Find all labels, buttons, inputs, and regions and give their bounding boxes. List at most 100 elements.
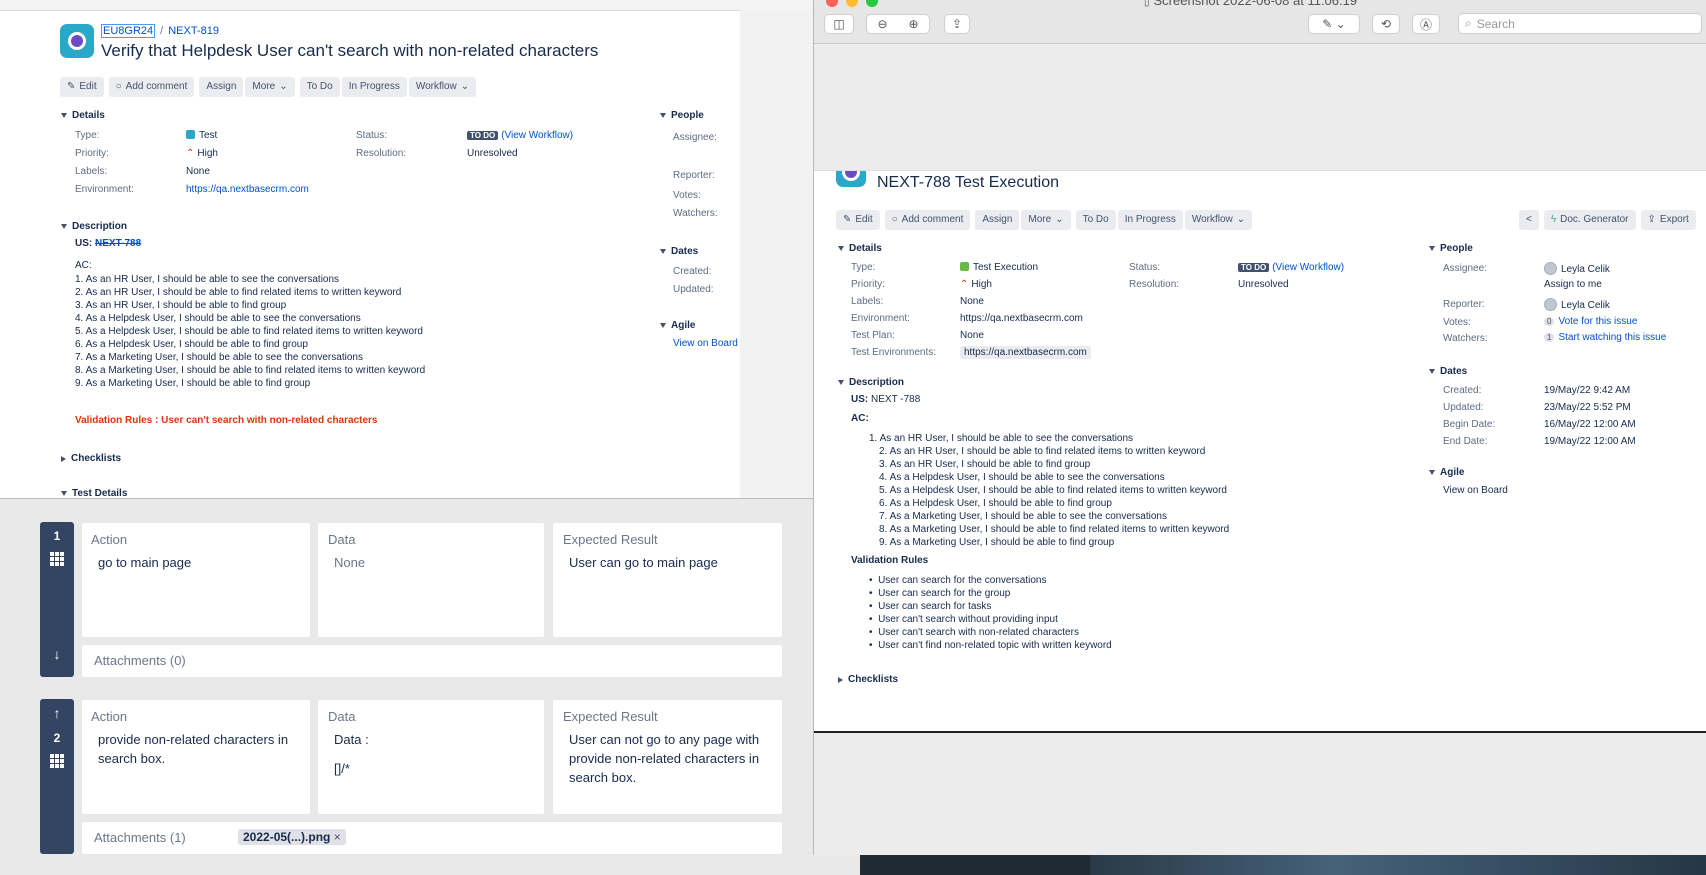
avatar <box>1544 298 1557 311</box>
move-up-icon[interactable]: ↑ <box>40 705 74 721</box>
step-2-expected[interactable]: Expected Result User can not go to any p… <box>552 699 783 815</box>
description-header[interactable]: Description <box>61 221 127 232</box>
step-2-action[interactable]: Action provide non-related characters in… <box>81 699 311 815</box>
list-item: 9. As a Marketing User, I should be able… <box>75 378 311 389</box>
list-item: 4. As a Helpdesk User, I should be able … <box>879 472 1165 483</box>
assign-to-me-link[interactable]: Assign to me <box>1544 279 1602 290</box>
move-down-icon[interactable]: ↓ <box>40 646 74 662</box>
add-comment-button[interactable]: ○ Add comment <box>884 210 971 230</box>
us-line: US: NEXT-788 <box>75 238 142 249</box>
remove-icon[interactable]: × <box>334 830 341 844</box>
in-progress-button[interactable]: In Progress <box>341 77 407 97</box>
step-2-handle[interactable]: ↑ 2 <box>40 699 74 854</box>
step-1-handle[interactable]: 1 ↓ <box>40 522 74 677</box>
labels-value: None <box>186 166 210 177</box>
collapse-icon <box>1429 246 1435 251</box>
breadcrumb-issue-key[interactable]: EU8GR24 <box>101 24 156 38</box>
search-input[interactable]: ⌕ Search <box>1458 13 1702 34</box>
description-header[interactable]: Description <box>838 377 904 388</box>
edit-button[interactable]: ✎ Edit <box>60 77 104 97</box>
collapse-icon <box>61 224 67 229</box>
vote-link[interactable]: Vote for this issue <box>1558 316 1637 327</box>
checklists-header[interactable]: Checklists <box>61 453 121 464</box>
view-on-board-link[interactable]: View on Board <box>673 338 738 349</box>
assignee-label: Assignee: <box>673 132 717 143</box>
zoom-window-button[interactable] <box>866 0 878 7</box>
annotate-button[interactable]: Ⓐ <box>1412 14 1440 34</box>
more-button[interactable]: More ⌄ <box>1021 210 1071 230</box>
details-header[interactable]: Details <box>61 110 105 121</box>
view-on-board-link[interactable]: View on Board <box>1443 485 1508 496</box>
view-workflow-link[interactable]: (View Workflow) <box>1272 262 1344 273</box>
export-button[interactable]: ⇪ Export <box>1640 210 1696 230</box>
rotate-button[interactable]: ⟲ <box>1372 14 1400 34</box>
people-header[interactable]: People <box>660 110 704 121</box>
step-number: 2 <box>53 731 61 745</box>
labels-label: Labels: <box>75 166 108 177</box>
chevron-down-icon: ⌄ <box>460 81 470 92</box>
workflow-button[interactable]: Workflow ⌄ <box>408 77 477 97</box>
add-comment-button[interactable]: ○ Add comment <box>108 77 195 97</box>
details-header[interactable]: Details <box>838 243 882 254</box>
collapse-icon <box>1429 470 1435 475</box>
dates-header[interactable]: Dates <box>660 246 698 257</box>
markup-button[interactable]: ✎ ⌄ <box>1308 14 1360 34</box>
pencil-icon: ✎ <box>67 81 76 92</box>
watch-link[interactable]: Start watching this issue <box>1558 332 1666 343</box>
view-workflow-link[interactable]: (View Workflow) <box>501 130 573 141</box>
close-window-button[interactable] <box>826 0 838 7</box>
priority-high-icon: ⌃ <box>186 148 195 159</box>
reporter-label: Reporter: <box>1443 299 1485 310</box>
step-1-attachments[interactable]: Attachments (0) <box>81 644 783 678</box>
attachment-chip[interactable]: 2022-05(...).png × <box>238 829 346 845</box>
share-button[interactable]: ⇪ <box>944 14 970 34</box>
list-item: 7. As a Marketing User, I should be able… <box>75 352 363 363</box>
updated-label: Updated: <box>1443 402 1484 413</box>
share-issue-button[interactable]: < <box>1519 210 1539 230</box>
reporter-label: Reporter: <box>673 170 715 181</box>
zoom-out-icon[interactable]: ⊖ <box>877 17 887 31</box>
drag-grid-icon[interactable] <box>50 552 64 566</box>
todo-button[interactable]: To Do <box>1075 210 1116 230</box>
assign-button[interactable]: Assign <box>975 210 1020 230</box>
minimize-window-button[interactable] <box>846 0 858 7</box>
environment-link[interactable]: https://qa.nextbasecrm.com <box>186 184 309 195</box>
agile-header[interactable]: Agile <box>660 320 695 331</box>
breadcrumb-parent-key[interactable]: NEXT-819 <box>168 25 219 37</box>
assign-button[interactable]: Assign <box>199 77 244 97</box>
priority-label: Priority: <box>75 148 109 159</box>
in-progress-button[interactable]: In Progress <box>1117 210 1183 230</box>
end-date-value: 19/May/22 12:00 AM <box>1544 436 1636 447</box>
step-1-expected[interactable]: Expected Result User can go to main page <box>552 522 783 638</box>
people-header[interactable]: People <box>1429 243 1473 254</box>
agile-header[interactable]: Agile <box>1429 467 1464 478</box>
us-link[interactable]: NEXT-788 <box>95 238 141 249</box>
drag-grid-icon[interactable] <box>50 754 64 768</box>
environment-link[interactable]: https://qa.nextbasecrm.com <box>960 313 1083 324</box>
doc-generator-button[interactable]: ϟ Doc. Generator <box>1543 210 1636 230</box>
collapse-icon <box>61 491 67 496</box>
dates-header[interactable]: Dates <box>1429 366 1467 377</box>
collapse-icon <box>838 246 844 251</box>
list-item: 2. As an HR User, I should be able to fi… <box>75 287 402 298</box>
status-label: Status: <box>356 130 388 141</box>
test-details-header[interactable]: Test Details <box>61 488 127 498</box>
comment-icon: ○ <box>891 214 898 225</box>
environment-label: Environment: <box>851 313 910 324</box>
todo-button[interactable]: To Do <box>299 77 340 97</box>
end-date-label: End Date: <box>1443 436 1488 447</box>
step-1-data[interactable]: Data None <box>317 522 545 638</box>
labels-label: Labels: <box>851 296 884 307</box>
step-1-action[interactable]: Action go to main page <box>81 522 311 638</box>
edit-button[interactable]: ✎ Edit <box>836 210 880 230</box>
more-button[interactable]: More ⌄ <box>245 77 295 97</box>
workflow-button[interactable]: Workflow ⌄ <box>1184 210 1253 230</box>
step-2-attachments[interactable]: Attachments (1) 2022-05(...).png × <box>81 821 783 855</box>
sidebar-toggle-button[interactable]: ◫ <box>824 14 854 34</box>
ac-list: 1. As an HR User, I should be able to se… <box>869 432 1229 549</box>
zoom-in-icon[interactable]: ⊕ <box>908 17 918 31</box>
checklists-header[interactable]: Checklists <box>838 674 898 685</box>
list-item: 8. As a Marketing User, I should be able… <box>75 365 426 376</box>
step-2-data[interactable]: Data Data : []/* <box>317 699 545 815</box>
test-environment-chip[interactable]: https://qa.nextbasecrm.com <box>960 346 1091 359</box>
